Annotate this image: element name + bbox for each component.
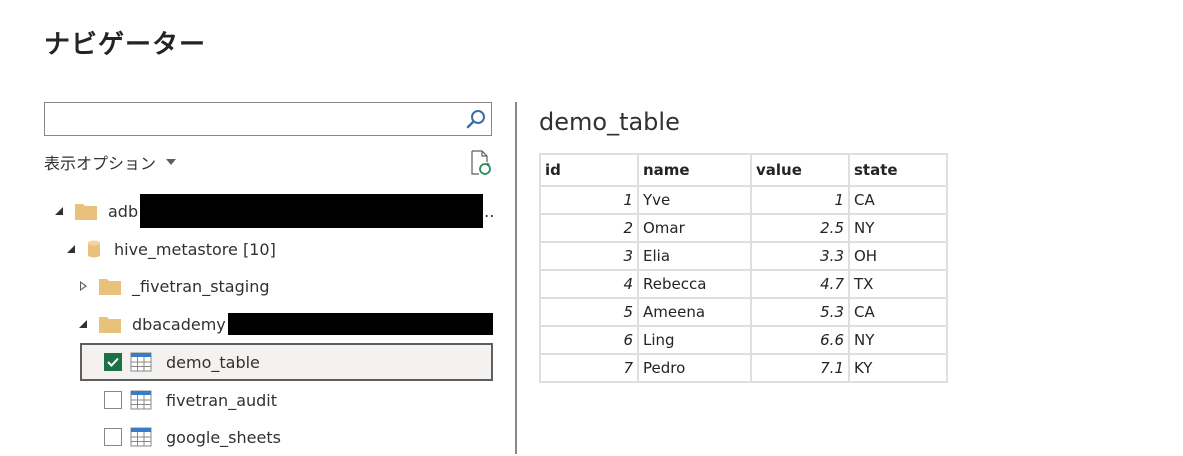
column-header[interactable]: state xyxy=(848,153,948,187)
display-options-dropdown[interactable]: 表示オプション xyxy=(44,150,177,174)
folder-icon xyxy=(75,204,97,220)
cell-value: 1 xyxy=(750,185,850,215)
cell-state: KY xyxy=(848,353,948,383)
cell-state: NY xyxy=(848,325,948,355)
table-row: 1 Yve 1 CA xyxy=(539,185,948,215)
column-header[interactable]: value xyxy=(750,153,850,187)
table-checkbox[interactable] xyxy=(104,428,122,446)
cell-value: 7.1 xyxy=(750,353,850,383)
folder-icon xyxy=(99,317,121,333)
cell-state: NY xyxy=(848,213,948,243)
cell-id: 6 xyxy=(539,325,639,355)
table-icon xyxy=(130,352,152,372)
tree-item-table[interactable]: demo_table xyxy=(80,343,493,381)
cell-name: Ling xyxy=(637,325,752,355)
cell-name: Rebecca xyxy=(637,269,752,299)
column-header[interactable]: id xyxy=(539,153,639,187)
tree-node-label: _fivetran_staging xyxy=(132,276,270,296)
table-icon xyxy=(130,390,152,410)
tree-node-schema[interactable]: dbacademy xyxy=(76,308,493,340)
cell-state: OH xyxy=(848,241,948,271)
table-label: google_sheets xyxy=(166,427,281,447)
column-header[interactable]: name xyxy=(637,153,752,187)
cell-id: 3 xyxy=(539,241,639,271)
collapse-icon[interactable] xyxy=(64,245,78,253)
collapse-icon[interactable] xyxy=(52,207,66,215)
tree-node-label: dbacademy xyxy=(132,314,226,334)
redaction-box xyxy=(140,194,484,228)
cell-state: TX xyxy=(848,269,948,299)
tree-node-catalog[interactable]: hive_metastore [10] xyxy=(64,233,276,265)
tree-node-label: hive_metastore [10] xyxy=(114,239,276,259)
cell-name: Pedro xyxy=(637,353,752,383)
tree-item-table[interactable]: google_sheets xyxy=(80,418,493,456)
cell-id: 7 xyxy=(539,353,639,383)
cell-value: 2.5 xyxy=(750,213,850,243)
cell-name: Yve xyxy=(637,185,752,215)
tree-node-schema[interactable]: _fivetran_staging xyxy=(76,270,270,302)
cell-id: 4 xyxy=(539,269,639,299)
collapse-icon[interactable] xyxy=(76,320,90,328)
table-label: fivetran_audit xyxy=(166,390,278,410)
table-header-row: id name value state xyxy=(539,153,948,187)
table-row: 3 Elia 3.3 OH xyxy=(539,241,948,271)
tree-node-ellipsis: .. xyxy=(484,201,495,221)
pane-divider[interactable] xyxy=(515,102,517,454)
table-label: demo_table xyxy=(166,352,260,372)
cell-state: CA xyxy=(848,297,948,327)
page-title: ナビゲーター xyxy=(44,30,207,60)
cell-value: 6.6 xyxy=(750,325,850,355)
table-row: 2 Omar 2.5 NY xyxy=(539,213,948,243)
preview-table: id name value state 1 Yve 1 CA 2 Omar 2.… xyxy=(539,153,948,383)
cell-name: Elia xyxy=(637,241,752,271)
cell-name: Ameena xyxy=(637,297,752,327)
search-field[interactable] xyxy=(49,103,463,135)
search-input[interactable] xyxy=(44,102,492,136)
tree-node-root[interactable]: adb .. xyxy=(52,194,495,228)
table-row: 7 Pedro 7.1 KY xyxy=(539,353,948,383)
database-icon xyxy=(88,240,100,258)
table-checkbox[interactable] xyxy=(104,353,122,371)
search-icon[interactable] xyxy=(465,108,487,130)
refresh-icon[interactable] xyxy=(468,150,492,176)
cell-value: 5.3 xyxy=(750,297,850,327)
cell-state: CA xyxy=(848,185,948,215)
expand-icon[interactable] xyxy=(76,281,90,291)
table-row: 4 Rebecca 4.7 TX xyxy=(539,269,948,299)
cell-value: 3.3 xyxy=(750,241,850,271)
table-icon xyxy=(130,427,152,447)
cell-id: 1 xyxy=(539,185,639,215)
folder-icon xyxy=(99,279,121,295)
display-options-label: 表示オプション xyxy=(44,154,157,173)
checkmark-icon xyxy=(107,357,119,367)
chevron-down-icon xyxy=(166,159,177,165)
preview-title: demo_table xyxy=(539,108,680,136)
cell-id: 2 xyxy=(539,213,639,243)
table-row: 6 Ling 6.6 NY xyxy=(539,325,948,355)
table-row: 5 Ameena 5.3 CA xyxy=(539,297,948,327)
redaction-box xyxy=(227,313,493,335)
table-checkbox[interactable] xyxy=(104,391,122,409)
cell-id: 5 xyxy=(539,297,639,327)
tree-node-label: adb xyxy=(108,201,139,221)
cell-name: Omar xyxy=(637,213,752,243)
cell-value: 4.7 xyxy=(750,269,850,299)
tree-item-table[interactable]: fivetran_audit xyxy=(80,381,493,419)
